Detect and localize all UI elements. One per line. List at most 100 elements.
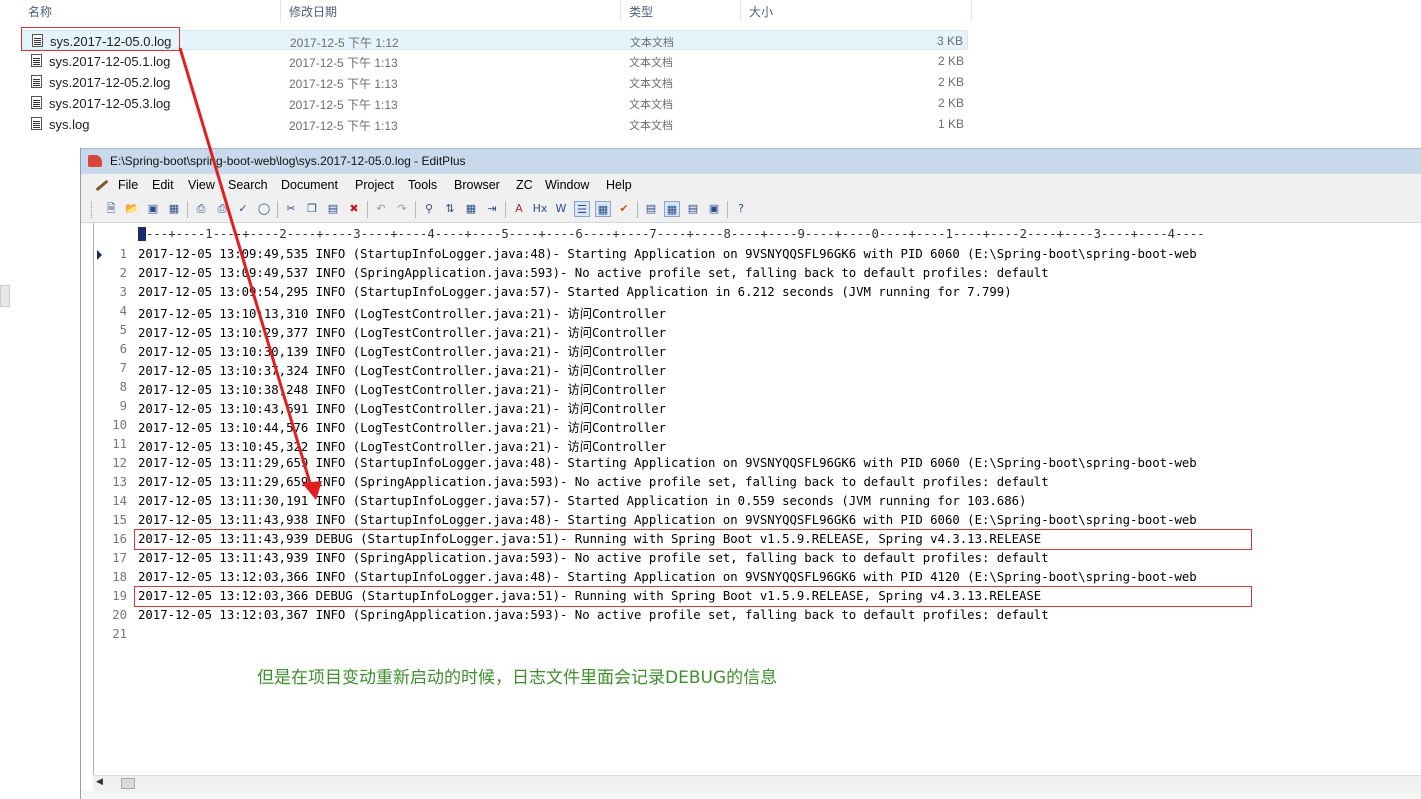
file-row[interactable]: sys.2017-12-05.3.log 2017-12-5 下午 1:13 文… (22, 93, 968, 113)
new-file-icon[interactable]: 🗎 (103, 201, 119, 217)
menu-edit[interactable]: Edit (152, 178, 174, 192)
file-date: 2017-12-5 下午 1:13 (289, 77, 398, 91)
goto-line-icon[interactable]: ⇥ (484, 201, 500, 217)
text-file-icon (31, 96, 42, 109)
debug-line-highlight-box (134, 586, 1252, 607)
code-line[interactable]: 2017-12-05 13:10:45,322 INFO (LogTestCon… (138, 437, 666, 455)
delete-icon[interactable]: ✖ (346, 201, 362, 217)
code-line[interactable]: 2017-12-05 13:10:37,324 INFO (LogTestCon… (138, 361, 666, 379)
code-line[interactable]: 2017-12-05 13:12:03,367 INFO (SpringAppl… (138, 608, 1049, 622)
code-line[interactable]: 2017-12-05 13:10:29,377 INFO (LogTestCon… (138, 323, 666, 341)
column-divider[interactable] (971, 0, 972, 22)
toolbar: 🗎 📂 ▣ ▦ ⎙ ⎙ ✓ ◯ ✂ ❐ ▤ ✖ ↶ ↷ ⚲ ⇅ ▦ ⇥ A Hx… (81, 197, 1421, 223)
line-number: 4 (119, 304, 127, 318)
ruler-cursor (138, 227, 146, 241)
menu-search[interactable]: Search (228, 178, 268, 192)
browser-preview-icon[interactable]: ◯ (256, 201, 272, 217)
menu-browser[interactable]: Browser (454, 178, 500, 192)
editor-area[interactable]: ---+----1----+----2----+----3----+----4-… (93, 223, 1421, 779)
column-divider[interactable] (620, 0, 621, 22)
paste-icon[interactable]: ▤ (325, 201, 341, 217)
code-line[interactable]: 2017-12-05 13:10:44,576 INFO (LogTestCon… (138, 418, 666, 436)
toolbar-grip[interactable] (91, 201, 95, 218)
text-file-icon (31, 54, 42, 67)
file-size: 1 KB (937, 117, 964, 131)
scroll-left-icon[interactable]: ◀ (96, 777, 103, 787)
font-icon[interactable]: A (511, 201, 527, 217)
check-mark-icon[interactable]: ✔ (616, 201, 632, 217)
directory-window-icon[interactable]: ▤ (643, 201, 659, 217)
copy-icon[interactable]: ❐ (304, 201, 320, 217)
explorer-scroll-handle[interactable] (0, 285, 10, 307)
find-icon[interactable]: ⚲ (421, 201, 437, 217)
menu-zc[interactable]: ZC (516, 178, 533, 192)
horizontal-scrollbar[interactable]: ◀ (93, 775, 1421, 792)
word-wrap-icon[interactable]: W (553, 201, 569, 217)
code-line[interactable]: 2017-12-05 13:10:13,310 INFO (LogTestCon… (138, 304, 666, 322)
file-row[interactable]: sys.2017-12-05.2.log 2017-12-5 下午 1:13 文… (22, 72, 968, 92)
column-divider[interactable] (280, 0, 281, 22)
fullscreen-icon[interactable]: ▣ (706, 201, 722, 217)
redo-icon[interactable]: ↷ (394, 201, 410, 217)
file-date: 2017-12-5 下午 1:12 (290, 36, 399, 50)
find-in-files-icon[interactable]: ▦ (463, 201, 479, 217)
line-number: 8 (119, 380, 127, 394)
code-line[interactable]: 2017-12-05 13:09:54,295 INFO (StartupInf… (138, 285, 1012, 299)
undo-icon[interactable]: ↶ (373, 201, 389, 217)
save-all-icon[interactable]: ▦ (166, 201, 182, 217)
code-line[interactable]: 2017-12-05 13:11:29,659 INFO (StartupInf… (138, 456, 1197, 470)
heading-icon[interactable]: Hx (532, 201, 548, 217)
column-size-header[interactable]: 大小 (749, 3, 773, 20)
code-line[interactable]: 2017-12-05 13:11:43,938 INFO (StartupInf… (138, 513, 1197, 527)
code-line[interactable]: 2017-12-05 13:09:49,535 INFO (StartupInf… (138, 247, 1197, 261)
open-file-icon[interactable]: 📂 (124, 201, 140, 217)
menu-help[interactable]: Help (606, 178, 632, 192)
menu-project[interactable]: Project (355, 178, 394, 192)
line-number: 2 (119, 266, 127, 280)
print-preview-icon[interactable]: ⎙ (193, 201, 209, 217)
column-date-header[interactable]: 修改日期 (289, 3, 337, 20)
code-line[interactable]: 2017-12-05 13:10:30,139 INFO (LogTestCon… (138, 342, 666, 360)
menu-tools[interactable]: Tools (408, 178, 437, 192)
toolbar-separator (637, 201, 638, 218)
annotation-note: 但是在项目变动重新启动的时候，日志文件里面会记录DEBUG的信息 (257, 668, 778, 688)
help-pointer-icon[interactable]: ? (733, 201, 749, 217)
column-type-header[interactable]: 类型 (629, 3, 653, 20)
save-icon[interactable]: ▣ (145, 201, 161, 217)
code-line[interactable]: 2017-12-05 13:10:38,248 INFO (LogTestCon… (138, 380, 666, 398)
line-number: 6 (119, 342, 127, 356)
code-line[interactable]: 2017-12-05 13:09:49,537 INFO (SpringAppl… (138, 266, 1049, 280)
scrollbar-thumb[interactable] (121, 778, 135, 789)
print-icon[interactable]: ⎙ (214, 201, 230, 217)
ruler-text: ---+----1----+----2----+----3----+----4-… (146, 227, 1205, 241)
column-divider[interactable] (740, 0, 741, 22)
menu-document[interactable]: Document (281, 178, 338, 192)
code-line[interactable]: 2017-12-05 13:11:30,191 INFO (StartupInf… (138, 494, 1026, 508)
menu-window[interactable]: Window (545, 178, 589, 192)
file-name: sys.log (49, 117, 90, 132)
toolbar-separator (187, 201, 188, 218)
cut-icon[interactable]: ✂ (283, 201, 299, 217)
ruler-toggle-icon[interactable]: ▦ (595, 201, 611, 217)
code-line[interactable]: 2017-12-05 13:11:29,659 INFO (SpringAppl… (138, 475, 1049, 489)
code-line[interactable]: 2017-12-05 13:11:43,939 INFO (SpringAppl… (138, 551, 1049, 565)
code-line[interactable]: 2017-12-05 13:10:43,691 INFO (LogTestCon… (138, 399, 666, 417)
title-bar[interactable]: E:\Spring-boot\spring-boot-web\log\sys.2… (81, 148, 1421, 174)
spell-check-icon[interactable]: ✓ (235, 201, 251, 217)
file-size: 2 KB (937, 54, 964, 68)
line-number-toggle-icon[interactable]: ☰ (574, 201, 590, 217)
file-date: 2017-12-5 下午 1:13 (289, 119, 398, 133)
text-file-icon (31, 117, 42, 130)
column-name-header[interactable]: 名称 (28, 3, 52, 20)
replace-icon[interactable]: ⇅ (442, 201, 458, 217)
file-row[interactable]: sys.2017-12-05.1.log 2017-12-5 下午 1:13 文… (22, 51, 968, 71)
code-line[interactable]: 2017-12-05 13:12:03,366 INFO (StartupInf… (138, 570, 1197, 584)
cliptext-window-icon[interactable]: ▦ (664, 201, 680, 217)
menu-view[interactable]: View (188, 178, 215, 192)
file-row[interactable]: sys.log 2017-12-5 下午 1:13 文本文档 1 KB (22, 114, 968, 134)
line-number: 14 (112, 494, 127, 508)
menu-file[interactable]: File (118, 178, 138, 192)
output-window-icon[interactable]: ▤ (685, 201, 701, 217)
line-number: 10 (112, 418, 127, 432)
file-type: 文本文档 (629, 77, 673, 90)
